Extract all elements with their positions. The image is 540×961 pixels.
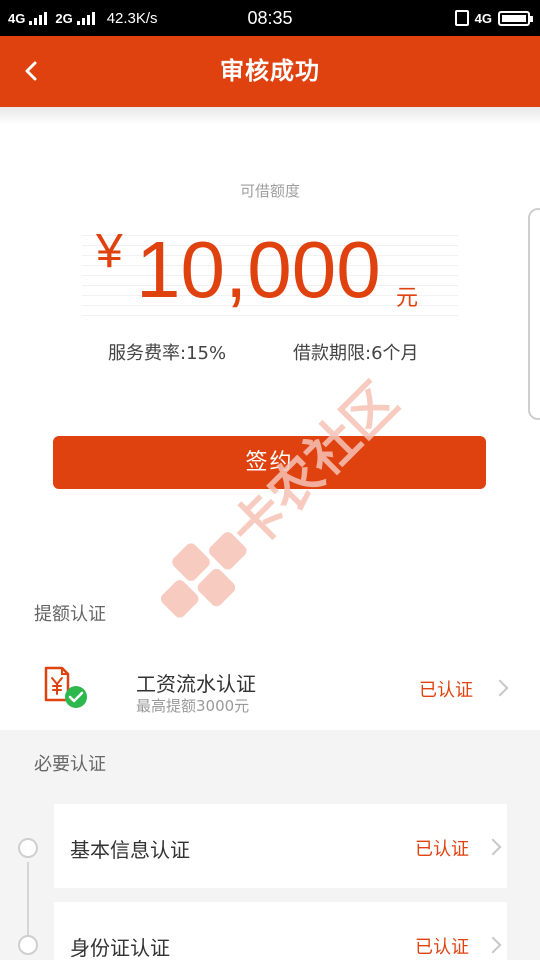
basic-info-verification-status: 已认证 <box>415 839 469 860</box>
basic-info-verification-label: 基本信息认证 <box>70 838 190 862</box>
yuan-document-check-icon <box>44 666 87 708</box>
chevron-right-icon <box>484 838 502 856</box>
basic-info-verification-card[interactable]: 基本信息认证 已认证 <box>54 804 507 888</box>
id-card-verification-label: 身份证认证 <box>70 936 170 960</box>
credit-limit-amount: 10,000 <box>136 225 381 314</box>
timeline-dot-id-card <box>18 935 38 955</box>
vibrate-icon <box>454 10 469 26</box>
page-title: 审核成功 <box>220 57 320 85</box>
salary-verification-subtitle: 最高提额3000元 <box>136 697 250 715</box>
chevron-right-icon <box>491 679 509 697</box>
id-card-verification-card[interactable]: 身份证认证 已认证 <box>54 902 507 960</box>
salary-verification-title: 工资流水认证 <box>136 672 256 696</box>
timeline-line <box>27 862 29 938</box>
salary-verification-status: 已认证 <box>419 680 473 701</box>
battery-icon <box>498 10 533 26</box>
header-shadow <box>0 107 540 125</box>
sign-button[interactable]: 签约 <box>53 436 486 489</box>
app-header: 审核成功 <box>0 36 540 107</box>
network-type-3: 4G <box>474 10 492 26</box>
raise-limit-section-title: 提额认证 <box>34 604 106 625</box>
timeline-dot-basic-info <box>18 838 38 858</box>
credit-limit-label: 可借额度 <box>239 182 300 200</box>
community-watermark: 卡农社区 <box>160 372 410 618</box>
id-card-verification-status: 已认证 <box>415 937 469 958</box>
edge-scroll-handle[interactable] <box>528 208 540 420</box>
amount-unit: 元 <box>396 286 419 311</box>
salary-verification-row[interactable]: 工资流水认证 最高提额3000元 已认证 <box>0 648 540 730</box>
loan-term: 借款期限:6个月 <box>293 343 419 364</box>
status-right: 4G <box>454 0 533 36</box>
service-fee-rate: 服务费率:15% <box>108 343 227 364</box>
currency-symbol: ¥ <box>96 225 123 278</box>
required-section-title: 必要认证 <box>34 754 106 775</box>
chevron-right-icon <box>484 936 502 954</box>
status-bar: 4G 2G 42.3K/s 08:35 4G <box>0 0 540 36</box>
